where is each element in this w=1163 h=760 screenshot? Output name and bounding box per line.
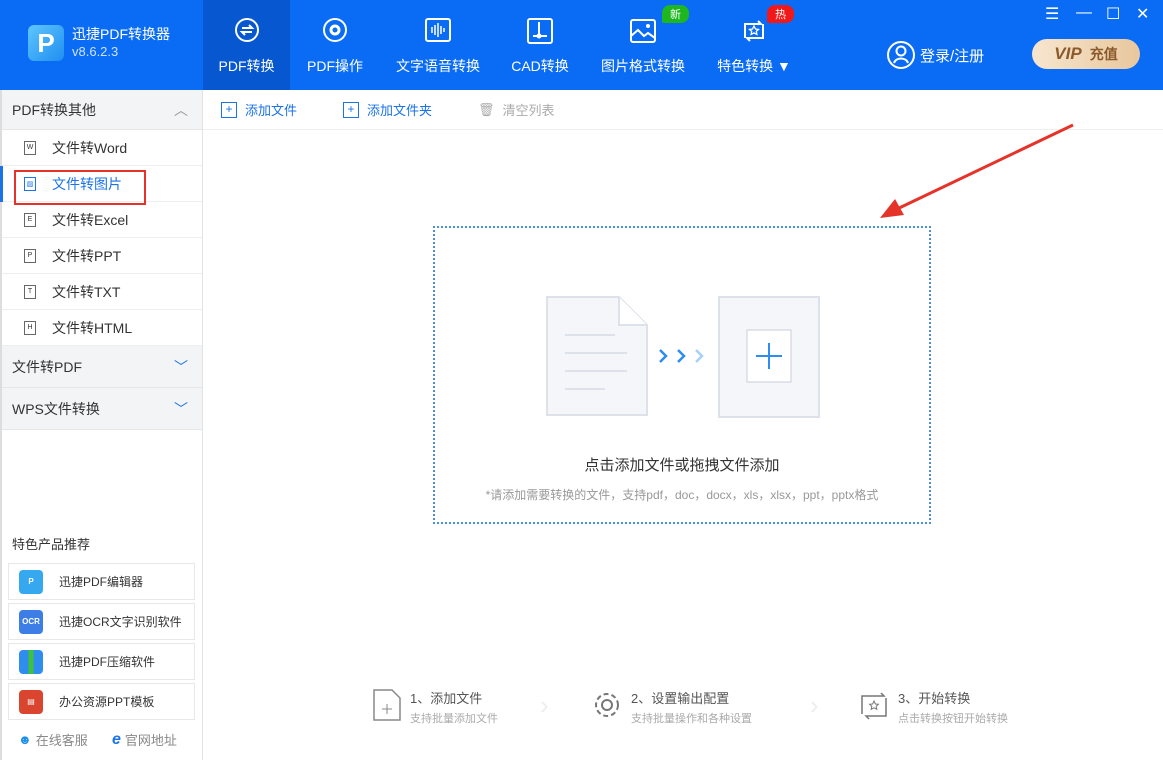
tab-pdf-convert[interactable]: PDF转换 [203,0,290,90]
excel-file-icon: E [24,212,36,227]
ppt-template-icon: ▤ [19,689,43,714]
gear-step-icon [595,693,619,717]
tab-pdf-operate[interactable]: PDF操作 [300,0,370,90]
section-pdf-other[interactable]: PDF转换其他 ︿ [2,90,202,130]
chevron-down-icon: ﹀ [174,358,188,375]
sidebar-item-txt[interactable]: T 文件转TXT [2,274,202,310]
service-icon: ☻ [18,732,32,747]
section-wps[interactable]: WPS文件转换 ﹀ [2,388,202,430]
new-badge: 新 [662,5,689,23]
ocr-icon: OCR [19,609,43,634]
ie-icon: e [112,730,121,748]
chevron-up-icon: ︿ [174,101,188,118]
user-icon [887,41,915,69]
sidebar-item-ppt[interactable]: P 文件转PPT [2,238,202,274]
step-chevron-icon: › [540,690,549,720]
step-settings: 2、设置输出配置 支持批量操作和各种设置 [591,688,752,726]
add-file-icon: + [221,101,237,118]
annotation-arrow [880,123,1074,218]
step-add-file: 1、添加文件 支持批量添加文件 [372,688,498,726]
vip-recharge-button[interactable]: VIP 充值 [1032,39,1140,69]
add-file-button[interactable]: + 添加文件 [221,100,297,119]
app-version: v8.6.2.3 [72,44,119,59]
website-link[interactable]: e 官网地址 [112,730,177,749]
star-convert-icon [744,20,764,42]
product-ocr[interactable]: OCR 迅捷OCR文字识别软件 [8,603,195,640]
trash-icon: 🗑 [478,101,495,117]
cad-icon [527,18,553,44]
image-icon [630,19,656,43]
sidebar-item-excel[interactable]: E 文件转Excel [2,202,202,238]
txt-file-icon: T [24,284,36,299]
tab-text-speech[interactable]: 文字语音转换 [393,0,483,90]
ppt-file-icon: P [24,248,36,263]
add-folder-button[interactable]: + 添加文件夹 [343,100,432,119]
title-bar: P 迅捷PDF转换器 v8.6.2.3 PDF转换 PDF操作 文字语音转换 C… [0,0,1163,90]
start-convert-step-icon [861,692,887,720]
drop-hint: *请添加需要转换的文件，支持pdf，doc，docx，xls，xlsx，ppt，… [485,488,879,502]
recommend-title: 特色产品推荐 [12,537,91,552]
menu-icon[interactable]: ☰ [1045,4,1059,24]
sidebar: PDF转换其他 ︿ W 文件转Word ▨ 文件转图片 E 文件转Excel P 文件转P… [0,90,203,760]
dropdown-arrow-icon: ▼ [777,58,791,74]
product-pdf-editor[interactable]: P 迅捷PDF编辑器 [8,563,195,600]
section-file-to-pdf[interactable]: 文件转PDF ﹀ [2,346,202,388]
word-file-icon: W [24,140,36,155]
step-start: 3、开始转换 点击转换按钮开始转换 [858,688,1008,726]
add-folder-icon: + [343,101,360,118]
file-to-add-illustration [546,296,820,418]
add-file-step-icon [373,689,401,721]
clear-list-button[interactable]: 🗑 清空列表 [478,100,555,119]
audio-wave-icon [425,18,451,42]
convert-icon [234,18,259,42]
hot-badge: 热 [767,5,794,23]
product-ppt-template[interactable]: ▤ 办公资源PPT模板 [8,683,195,720]
app-name: 迅捷PDF转换器 [72,26,170,42]
sidebar-item-word[interactable]: W 文件转Word [2,130,202,166]
html-file-icon: H [24,320,36,335]
drop-title: 点击添加文件或拖拽文件添加 [584,457,780,474]
step-chevron-icon: › [810,690,819,720]
special-convert-label: 特色转换 [717,58,774,74]
file-drop-zone[interactable]: 点击添加文件或拖拽文件添加 *请添加需要转换的文件，支持pdf，doc，docx… [433,226,931,524]
pdf-editor-icon: P [19,569,43,594]
maximize-icon[interactable]: ☐ [1106,4,1120,24]
online-service-link[interactable]: ☻ 在线客服 [18,730,88,749]
gear-icon [323,18,347,42]
minimize-icon[interactable]: — [1076,4,1092,22]
login-button[interactable]: 登录/注册 [886,40,984,70]
close-icon[interactable]: ✕ [1136,4,1149,24]
sidebar-item-image[interactable]: ▨ 文件转图片 [0,166,202,205]
sidebar-item-html[interactable]: H 文件转HTML [2,310,202,346]
app-logo: P [28,25,64,61]
chevron-down-icon: ﹀ [174,400,188,417]
highlight-box [14,170,146,205]
product-compress[interactable]: 迅捷PDF压缩软件 [8,643,195,680]
tab-cad[interactable]: CAD转换 [507,0,573,90]
zip-icon [19,649,43,674]
